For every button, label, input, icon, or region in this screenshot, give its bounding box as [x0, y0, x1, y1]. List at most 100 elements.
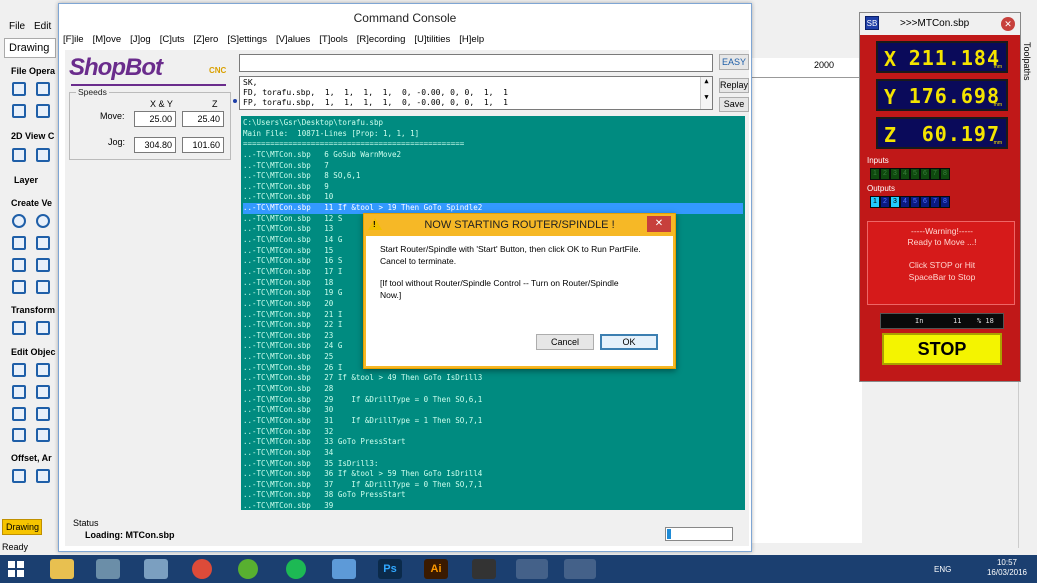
text-box-icon[interactable] [36, 258, 50, 272]
fillet-icon[interactable] [36, 407, 50, 421]
app-tool-icon[interactable] [96, 559, 120, 579]
replay-button[interactable]: Replay [719, 78, 749, 93]
spotify-icon[interactable] [286, 559, 306, 579]
toolpaths-tab[interactable]: Toolpaths [1022, 42, 1032, 81]
ok-button[interactable]: OK [600, 334, 658, 350]
bg-canvas[interactable] [742, 58, 862, 543]
shape-icon[interactable] [12, 280, 26, 294]
output-indicator[interactable]: 2 [880, 196, 890, 208]
stop-button[interactable]: STOP [882, 333, 1002, 365]
listing-line[interactable]: ..-TC\MTCon.sbp 27 If &tool > 49 Then Go… [243, 373, 743, 384]
listing-line[interactable]: ..-TC\MTCon.sbp 6 GoSub WarnMove2 [243, 150, 743, 161]
weld-icon[interactable] [12, 385, 26, 399]
dialog-close-button[interactable]: ✕ [647, 216, 671, 232]
listing-line[interactable]: ..-TC\MTCon.sbp 39 [243, 501, 743, 510]
menu-values[interactable]: [V]alues [276, 34, 310, 48]
listing-line[interactable]: C:\Users\Gsr\Desktop\torafu.sbp [243, 118, 743, 129]
jog-z-field[interactable]: 101.60 [182, 137, 224, 153]
files-icon[interactable] [144, 559, 168, 579]
menu-cuts[interactable]: [C]uts [160, 34, 185, 48]
output-indicator[interactable]: 3 [890, 196, 900, 208]
trim-icon[interactable] [36, 385, 50, 399]
mtcon-close-button[interactable]: ✕ [1001, 17, 1015, 31]
windows-start-icon[interactable] [8, 561, 24, 577]
photoshop-icon[interactable]: Ps [378, 559, 402, 579]
node-edit-icon[interactable] [36, 363, 50, 377]
menu-file[interactable]: [F]ile [63, 34, 84, 48]
text-icon[interactable] [12, 258, 26, 272]
menu-move[interactable]: [M]ove [93, 34, 122, 48]
output-indicator[interactable]: 6 [920, 196, 930, 208]
move-z-field[interactable]: 25.40 [182, 111, 224, 127]
shape-icon[interactable] [36, 280, 50, 294]
mirror-icon[interactable] [12, 407, 26, 421]
bg-menu-file[interactable]: File [9, 21, 25, 32]
import-icon[interactable] [36, 104, 50, 118]
pan-icon[interactable] [12, 148, 26, 162]
system-tray[interactable] [795, 559, 985, 579]
save-button[interactable]: Save [719, 97, 749, 112]
menu-utilities[interactable]: [U]tilities [414, 34, 450, 48]
listing-line[interactable]: ..-TC\MTCon.sbp 8 SO,6,1 [243, 171, 743, 182]
polyline-icon[interactable] [12, 236, 26, 250]
output-indicator[interactable]: 1 [870, 196, 880, 208]
menu-settings[interactable]: [S]ettings [227, 34, 267, 48]
inkscape-icon[interactable] [472, 559, 496, 579]
cancel-button[interactable]: Cancel [536, 334, 594, 350]
rotate-icon[interactable] [36, 321, 50, 335]
listing-line[interactable]: ..-TC\MTCon.sbp 32 [243, 427, 743, 438]
chevron-down-icon[interactable]: ▼ [701, 93, 712, 101]
jog-xy-field[interactable]: 304.80 [134, 137, 176, 153]
output-indicator[interactable]: 4 [900, 196, 910, 208]
output-indicator[interactable]: 7 [930, 196, 940, 208]
output-indicator[interactable]: 5 [910, 196, 920, 208]
array-icon[interactable] [36, 469, 50, 483]
listing-line[interactable]: ..-TC\MTCon.sbp 7 [243, 161, 743, 172]
listing-line[interactable]: ..-TC\MTCon.sbp 28 [243, 384, 743, 395]
menu-recording[interactable]: [R]ecording [357, 34, 406, 48]
bg-menu-edit[interactable]: Edit [34, 21, 51, 32]
select-icon[interactable] [12, 363, 26, 377]
offset-icon[interactable] [12, 469, 26, 483]
join-icon[interactable] [12, 428, 26, 442]
listing-line[interactable]: ========================================… [243, 139, 743, 150]
history-scrollbar[interactable]: ▲ ▼ [700, 77, 712, 109]
open-folder-icon[interactable] [36, 82, 50, 96]
bracket-icon[interactable] [36, 428, 50, 442]
menu-help[interactable]: [H]elp [459, 34, 484, 48]
listing-line[interactable]: ..-TC\MTCon.sbp 38 GoTo PressStart [243, 490, 743, 501]
tray-clock[interactable]: 10:57 16/03/2016 [983, 558, 1031, 578]
chrome-icon[interactable] [192, 559, 212, 579]
listing-line[interactable]: ..-TC\MTCon.sbp 10 [243, 192, 743, 203]
shopbot-icon[interactable] [564, 559, 596, 579]
menu-tools[interactable]: [T]ools [319, 34, 348, 48]
listing-line[interactable]: ..-TC\MTCon.sbp 9 [243, 182, 743, 193]
aspire-icon[interactable] [516, 559, 548, 579]
listing-line[interactable]: ..-TC\MTCon.sbp 30 [243, 405, 743, 416]
illustrator-icon[interactable]: Ai [424, 559, 448, 579]
move-xy-field[interactable]: 25.00 [134, 111, 176, 127]
circle-icon[interactable] [12, 214, 26, 228]
listing-line[interactable]: ..-TC\MTCon.sbp 29 If &DrillType = 0 The… [243, 395, 743, 406]
listing-line[interactable]: ..-TC\MTCon.sbp 37 If &DrillType = 0 The… [243, 480, 743, 491]
command-history[interactable]: SK, FD, torafu.sbp, 1, 1, 1, 1, 0, -0.00… [239, 76, 713, 110]
listing-line[interactable]: ..-TC\MTCon.sbp 33 GoTo PressStart [243, 437, 743, 448]
new-file-icon[interactable] [12, 82, 26, 96]
listing-line[interactable]: ..-TC\MTCon.sbp 36 If &tool > 59 Then Go… [243, 469, 743, 480]
listing-line[interactable]: ..-TC\MTCon.sbp 35 IsDrill3: [243, 459, 743, 470]
listing-line[interactable]: Main File: 10871-Lines [Prop: 1, 1, 1] [243, 129, 743, 140]
bottom-drawing-tab[interactable]: Drawing [2, 519, 42, 535]
easy-button[interactable]: EASY [719, 54, 749, 70]
tray-language[interactable]: ENG [934, 565, 951, 574]
output-indicator[interactable]: 8 [940, 196, 950, 208]
utorrent-icon[interactable] [238, 559, 258, 579]
listing-line[interactable]: ..-TC\MTCon.sbp 34 [243, 448, 743, 459]
photos-icon[interactable] [332, 559, 356, 579]
save-icon[interactable] [12, 104, 26, 118]
curve-icon[interactable] [36, 236, 50, 250]
chevron-up-icon[interactable]: ▲ [701, 77, 712, 85]
file-explorer-icon[interactable] [50, 559, 74, 579]
command-input[interactable] [239, 54, 713, 72]
zoom-icon[interactable] [36, 148, 50, 162]
menu-zero[interactable]: [Z]ero [194, 34, 219, 48]
